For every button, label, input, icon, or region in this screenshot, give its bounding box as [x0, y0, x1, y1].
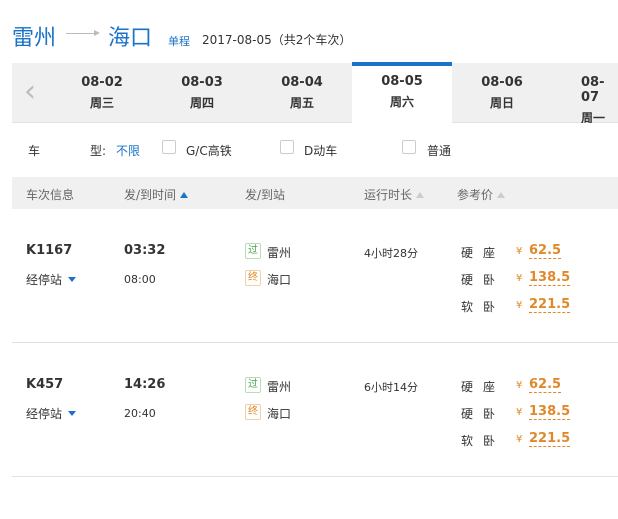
arr-station: 海口: [267, 407, 292, 421]
yen-icon: ¥: [516, 273, 523, 284]
filter-any-link[interactable]: 不限: [116, 142, 140, 159]
col-duration[interactable]: 运行时长: [364, 186, 425, 203]
seat-type: 软卧: [461, 434, 506, 448]
train-row: K1167 经停站 03:32 08:00 过 雷州 终 海口 4小时28分 硬…: [12, 209, 618, 343]
caret-down-icon: [68, 277, 77, 282]
stops-dropdown[interactable]: 经停站: [26, 405, 77, 422]
sort-icon: [416, 192, 425, 198]
prev-dates-chevron-left-icon[interactable]: ‹: [24, 77, 44, 108]
sort-icon: [497, 192, 506, 198]
dep-station: 雷州: [267, 246, 292, 260]
stops-label: 经停站: [26, 273, 63, 287]
date-tab[interactable]: 08-04 周五: [252, 63, 352, 123]
yen-icon: ¥: [516, 434, 523, 445]
terminal-badge: 终: [245, 404, 261, 420]
seat-type: 软卧: [461, 300, 506, 314]
date-tab-date: 08-02: [81, 75, 123, 90]
seat-price[interactable]: 62.5: [529, 377, 562, 393]
sort-asc-icon: [180, 192, 189, 198]
train-type-filter: 车 型: 不限 G/C高铁 D动车 普通: [12, 132, 618, 166]
seat-type: 硬卧: [461, 273, 506, 287]
train-row: K457 经停站 14:26 20:40 过 雷州 终 海口 6小时14分 硬座…: [12, 343, 618, 477]
date-tab[interactable]: 08-07 周一: [552, 63, 618, 123]
date-tab-weekday: 周日: [489, 96, 514, 110]
col-duration-label: 运行时长: [364, 188, 413, 202]
stops-dropdown[interactable]: 经停站: [26, 271, 77, 288]
arr-time: 08:00: [124, 273, 156, 286]
route-header: 雷州 海口 单程 2017-08-05（共2个车次）: [0, 0, 618, 62]
seat-price[interactable]: 138.5: [529, 270, 571, 286]
date-tab-weekday: 周五: [289, 96, 314, 110]
pass-badge: 过: [245, 377, 261, 393]
col-dep-arr-time-label: 发/到时间: [124, 188, 177, 202]
date-tab-date: 08-05: [381, 74, 423, 89]
seat-price[interactable]: 221.5: [529, 431, 571, 447]
date-tab-date: 08-07: [581, 75, 605, 105]
seat-price[interactable]: 62.5: [529, 243, 562, 259]
pass-badge: 过: [245, 243, 261, 259]
date-tab-weekday: 周一: [581, 111, 606, 123]
col-dep-arr-time[interactable]: 发/到时间: [124, 186, 189, 203]
col-dep-arr-station: 发/到站: [245, 188, 286, 202]
arr-station: 海口: [267, 273, 292, 287]
filter-gc-checkbox[interactable]: [162, 140, 176, 154]
train-number: K1167: [26, 243, 73, 258]
date-tab[interactable]: 08-06 周日: [452, 63, 552, 123]
caret-down-icon: [68, 411, 77, 416]
table-header: 车次信息 发/到时间 发/到站 运行时长 参考价: [12, 177, 618, 209]
filter-gc-label: G/C高铁: [186, 144, 232, 158]
dep-time: 03:32: [124, 243, 166, 258]
date-tab[interactable]: 08-02 周三: [52, 63, 152, 123]
date-selector: ‹ 08-02 周三 08-03 周四 08-04 周五 08-05 周六 08…: [12, 62, 618, 123]
to-city: 海口: [108, 26, 153, 51]
from-city: 雷州: [12, 26, 57, 51]
date-tab-weekday: 周六: [389, 95, 414, 109]
route-arrow-icon: [66, 30, 100, 36]
date-tab[interactable]: 08-03 周四: [152, 63, 252, 123]
trip-type: 单程: [168, 35, 190, 48]
stops-label: 经停站: [26, 407, 63, 421]
terminal-badge: 终: [245, 270, 261, 286]
filter-d-checkbox[interactable]: [280, 140, 294, 154]
date-tab-weekday: 周三: [89, 96, 114, 110]
filter-label-xing: 型:: [90, 144, 107, 158]
filter-label-che: 车: [28, 144, 41, 158]
duration: 6小时14分: [364, 381, 418, 394]
filter-d-label: D动车: [304, 144, 338, 158]
col-price-label: 参考价: [457, 188, 494, 202]
filter-normal-checkbox[interactable]: [402, 140, 416, 154]
date-tab-weekday: 周四: [189, 96, 214, 110]
trip-date-summary: 2017-08-05（共2个车次）: [202, 33, 352, 47]
yen-icon: ¥: [516, 300, 523, 311]
seat-type: 硬座: [461, 246, 506, 260]
dep-time: 14:26: [124, 377, 166, 392]
yen-icon: ¥: [516, 246, 523, 257]
date-tab-active[interactable]: 08-05 周六: [352, 62, 452, 123]
seat-price[interactable]: 138.5: [529, 404, 571, 420]
seat-type: 硬卧: [461, 407, 506, 421]
col-price[interactable]: 参考价: [457, 186, 506, 203]
date-tab-date: 08-03: [181, 75, 223, 90]
date-tab-date: 08-04: [281, 75, 323, 90]
yen-icon: ¥: [516, 407, 523, 418]
duration: 4小时28分: [364, 247, 418, 260]
yen-icon: ¥: [516, 380, 523, 391]
col-train-info: 车次信息: [26, 188, 75, 202]
arr-time: 20:40: [124, 407, 156, 420]
train-number: K457: [26, 377, 64, 392]
dep-station: 雷州: [267, 380, 292, 394]
date-tab-date: 08-06: [481, 75, 523, 90]
seat-price[interactable]: 221.5: [529, 297, 571, 313]
seat-type: 硬座: [461, 380, 506, 394]
filter-normal-label: 普通: [427, 144, 452, 158]
